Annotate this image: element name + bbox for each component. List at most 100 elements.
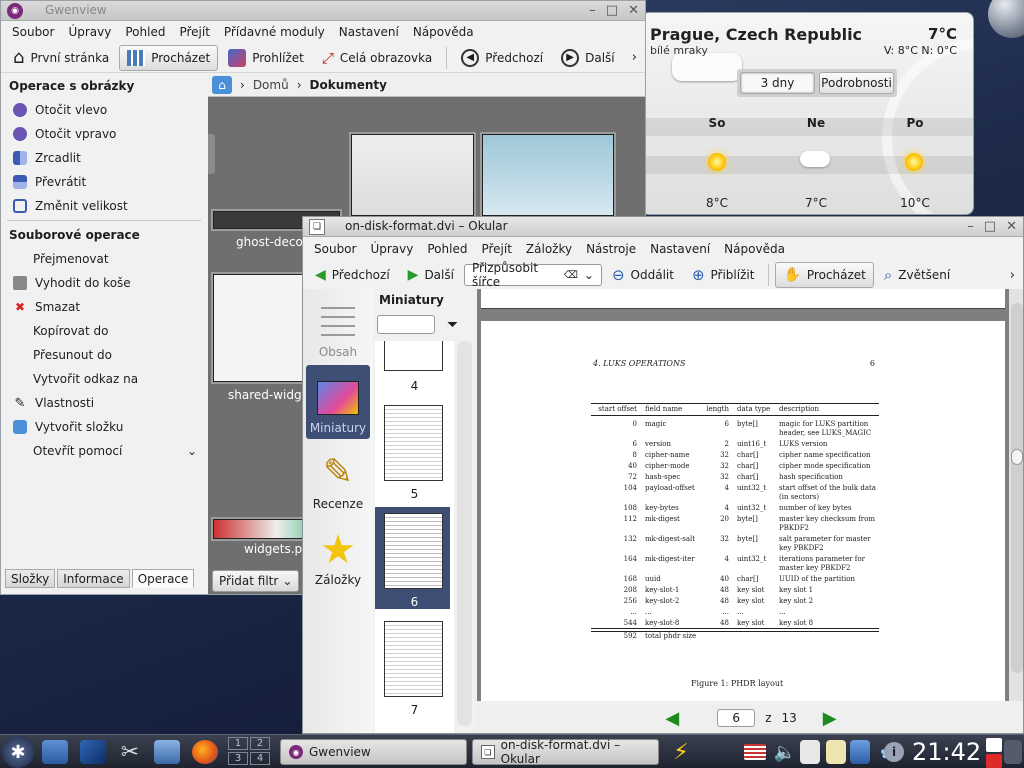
page-thumbnail[interactable] (384, 621, 443, 697)
page-thumbnail[interactable] (384, 405, 443, 481)
browse-button[interactable]: Procházet (119, 44, 219, 71)
menu-prejit[interactable]: Přejít (172, 25, 216, 39)
volume-icon[interactable]: 🔈 (772, 740, 798, 764)
toolbar-overflow-icon[interactable]: › (1010, 268, 1015, 283)
desktop-4[interactable]: 4 (250, 752, 270, 765)
thumbnails-scrollbar[interactable] (457, 341, 472, 726)
resize-item[interactable]: Změnit velikost (1, 194, 207, 218)
browse-tool-button[interactable]: ✋ Procházet (775, 262, 874, 288)
tab-operations[interactable]: Operace (131, 569, 195, 588)
menu-pohled[interactable]: Pohled (420, 242, 474, 256)
system-settings-icon[interactable] (42, 740, 68, 764)
zoom-in-button[interactable]: ⊕ Přiblížit (684, 262, 763, 288)
gwenview-app-icon[interactable]: ◉ (7, 3, 23, 19)
maximize-icon[interactable]: □ (606, 3, 618, 18)
rename-item[interactable]: Přejmenovat (1, 247, 207, 271)
previous-page-button[interactable]: ◀ Předchozí (307, 262, 398, 288)
lock-icon[interactable] (986, 738, 1002, 752)
bookmarks-panel-button[interactable]: ★ Záložky (306, 517, 370, 591)
magnify-tool-button[interactable]: ⌕ Zvětšení (876, 262, 958, 288)
first-page-button[interactable]: ⌂ První stránka (5, 45, 117, 71)
next-button[interactable]: ▶ Další (553, 45, 623, 71)
minimize-icon[interactable]: – (967, 219, 974, 234)
rotate-right-item[interactable]: Otočit vpravo (1, 122, 207, 146)
move-to-item[interactable]: Přesunout do (1, 343, 207, 367)
minimize-icon[interactable]: – (589, 3, 596, 18)
thumbnail-image[interactable] (351, 134, 474, 216)
add-filter-button[interactable]: Přidat filtr ⌄ (212, 570, 300, 592)
menu-nastroje[interactable]: Nástroje (579, 242, 643, 256)
menu-napoveda[interactable]: Nápověda (717, 242, 792, 256)
previous-page-icon[interactable]: ◀ (665, 708, 679, 729)
menu-upravy[interactable]: Úpravy (363, 242, 420, 256)
contents-panel-button[interactable]: Obsah (306, 289, 370, 363)
sidebar-toggle-handle[interactable] (208, 134, 215, 174)
menu-soubor[interactable]: Soubor (307, 242, 363, 256)
filter-icon[interactable]: ⏷ (447, 317, 458, 333)
trash-item[interactable]: Vyhodit do koše (1, 271, 207, 295)
thumbnails-panel-button[interactable]: Miniatury (306, 365, 370, 439)
menu-napoveda[interactable]: Nápověda (406, 25, 481, 39)
terminal-icon[interactable] (80, 740, 106, 764)
info-icon[interactable]: i (884, 742, 904, 762)
network-icon[interactable] (850, 740, 870, 764)
rotate-left-item[interactable]: Otočit vlevo (1, 98, 207, 122)
gwenview-titlebar[interactable]: ◉ Gwenview – □ ✕ (1, 1, 645, 21)
view-button[interactable]: Prohlížet (220, 45, 312, 71)
zoom-mode-select[interactable]: Přizpůsobit šířce ⌫ ⌄ (463, 261, 602, 289)
home-folder-icon[interactable]: ⌂ (212, 76, 232, 94)
desktop-1[interactable]: 1 (228, 737, 248, 750)
battery-icon[interactable]: ⚡ (668, 740, 694, 765)
toolbar-overflow-icon[interactable]: › (632, 50, 637, 65)
thumbnail-image[interactable] (482, 134, 614, 216)
clear-icon[interactable]: ⌫ (564, 270, 578, 281)
menu-upravy[interactable]: Úpravy (61, 25, 118, 39)
clock[interactable]: 21:42 (912, 738, 981, 766)
logout-icon[interactable] (986, 754, 1002, 768)
keyboard-layout-icon[interactable] (744, 744, 766, 760)
breadcrumb-home[interactable]: Domů (253, 78, 289, 92)
three-days-button[interactable]: 3 dny (740, 72, 815, 94)
breadcrumb-documents[interactable]: Dokumenty (310, 78, 387, 92)
tools-icon[interactable]: ✂ (117, 740, 143, 765)
panel-toolbox-icon[interactable] (1004, 740, 1022, 764)
scrollbar-thumb[interactable] (1011, 449, 1023, 465)
task-okular[interactable]: ❏ on-disk-format.dvi – Okular (472, 738, 659, 766)
copy-to-item[interactable]: Kopírovat do (1, 319, 207, 343)
fullscreen-button[interactable]: ⤢ Celá obrazovka (314, 45, 440, 71)
menu-zalozky[interactable]: Záložky (519, 242, 579, 256)
maximize-icon[interactable]: □ (984, 219, 996, 234)
page-thumbnail[interactable] (384, 513, 443, 589)
reviews-panel-button[interactable]: ✎ Recenze (306, 441, 370, 515)
desktop-3[interactable]: 3 (228, 752, 248, 765)
desktop-2[interactable]: 2 (250, 737, 270, 750)
menu-prejit[interactable]: Přejít (474, 242, 518, 256)
close-icon[interactable]: ✕ (628, 3, 639, 18)
create-folder-item[interactable]: Vytvořit složku (1, 415, 207, 439)
previous-button[interactable]: ◀ Předchozí (453, 45, 551, 71)
okular-titlebar[interactable]: ❏ on-disk-format.dvi – Okular – □ ✕ (303, 217, 1023, 237)
details-button[interactable]: Podrobnosti (819, 72, 894, 94)
properties-item[interactable]: ✎ Vlastnosti (1, 391, 207, 415)
close-icon[interactable]: ✕ (1006, 219, 1017, 234)
menu-nastaveni[interactable]: Nastavení (643, 242, 717, 256)
task-gwenview[interactable]: ◉ Gwenview (280, 739, 467, 765)
open-with-item[interactable]: Otevřít pomocí ⌄ (1, 439, 207, 463)
thumbnail-search-input[interactable] (377, 315, 435, 334)
computer-icon[interactable] (154, 740, 180, 764)
mirror-item[interactable]: Zrcadlit (1, 146, 207, 170)
document-scrollbar[interactable] (1009, 289, 1023, 701)
firefox-icon[interactable] (192, 740, 218, 764)
menu-soubor[interactable]: Soubor (5, 25, 61, 39)
zoom-out-button[interactable]: ⊖ Oddálit (604, 262, 682, 288)
menu-pohled[interactable]: Pohled (118, 25, 172, 39)
menu-pridavne-moduly[interactable]: Přídavné moduly (217, 25, 332, 39)
application-menu-icon[interactable]: ✱ (2, 736, 34, 768)
link-to-item[interactable]: Vytvořit odkaz na (1, 367, 207, 391)
flip-item[interactable]: Převrátit (1, 170, 207, 194)
tab-folders[interactable]: Složky (5, 569, 56, 588)
page-thumbnail[interactable] (384, 341, 443, 371)
menu-nastaveni[interactable]: Nastavení (332, 25, 406, 39)
clipboard-icon[interactable] (800, 740, 820, 764)
okular-app-icon[interactable]: ❏ (309, 219, 325, 235)
